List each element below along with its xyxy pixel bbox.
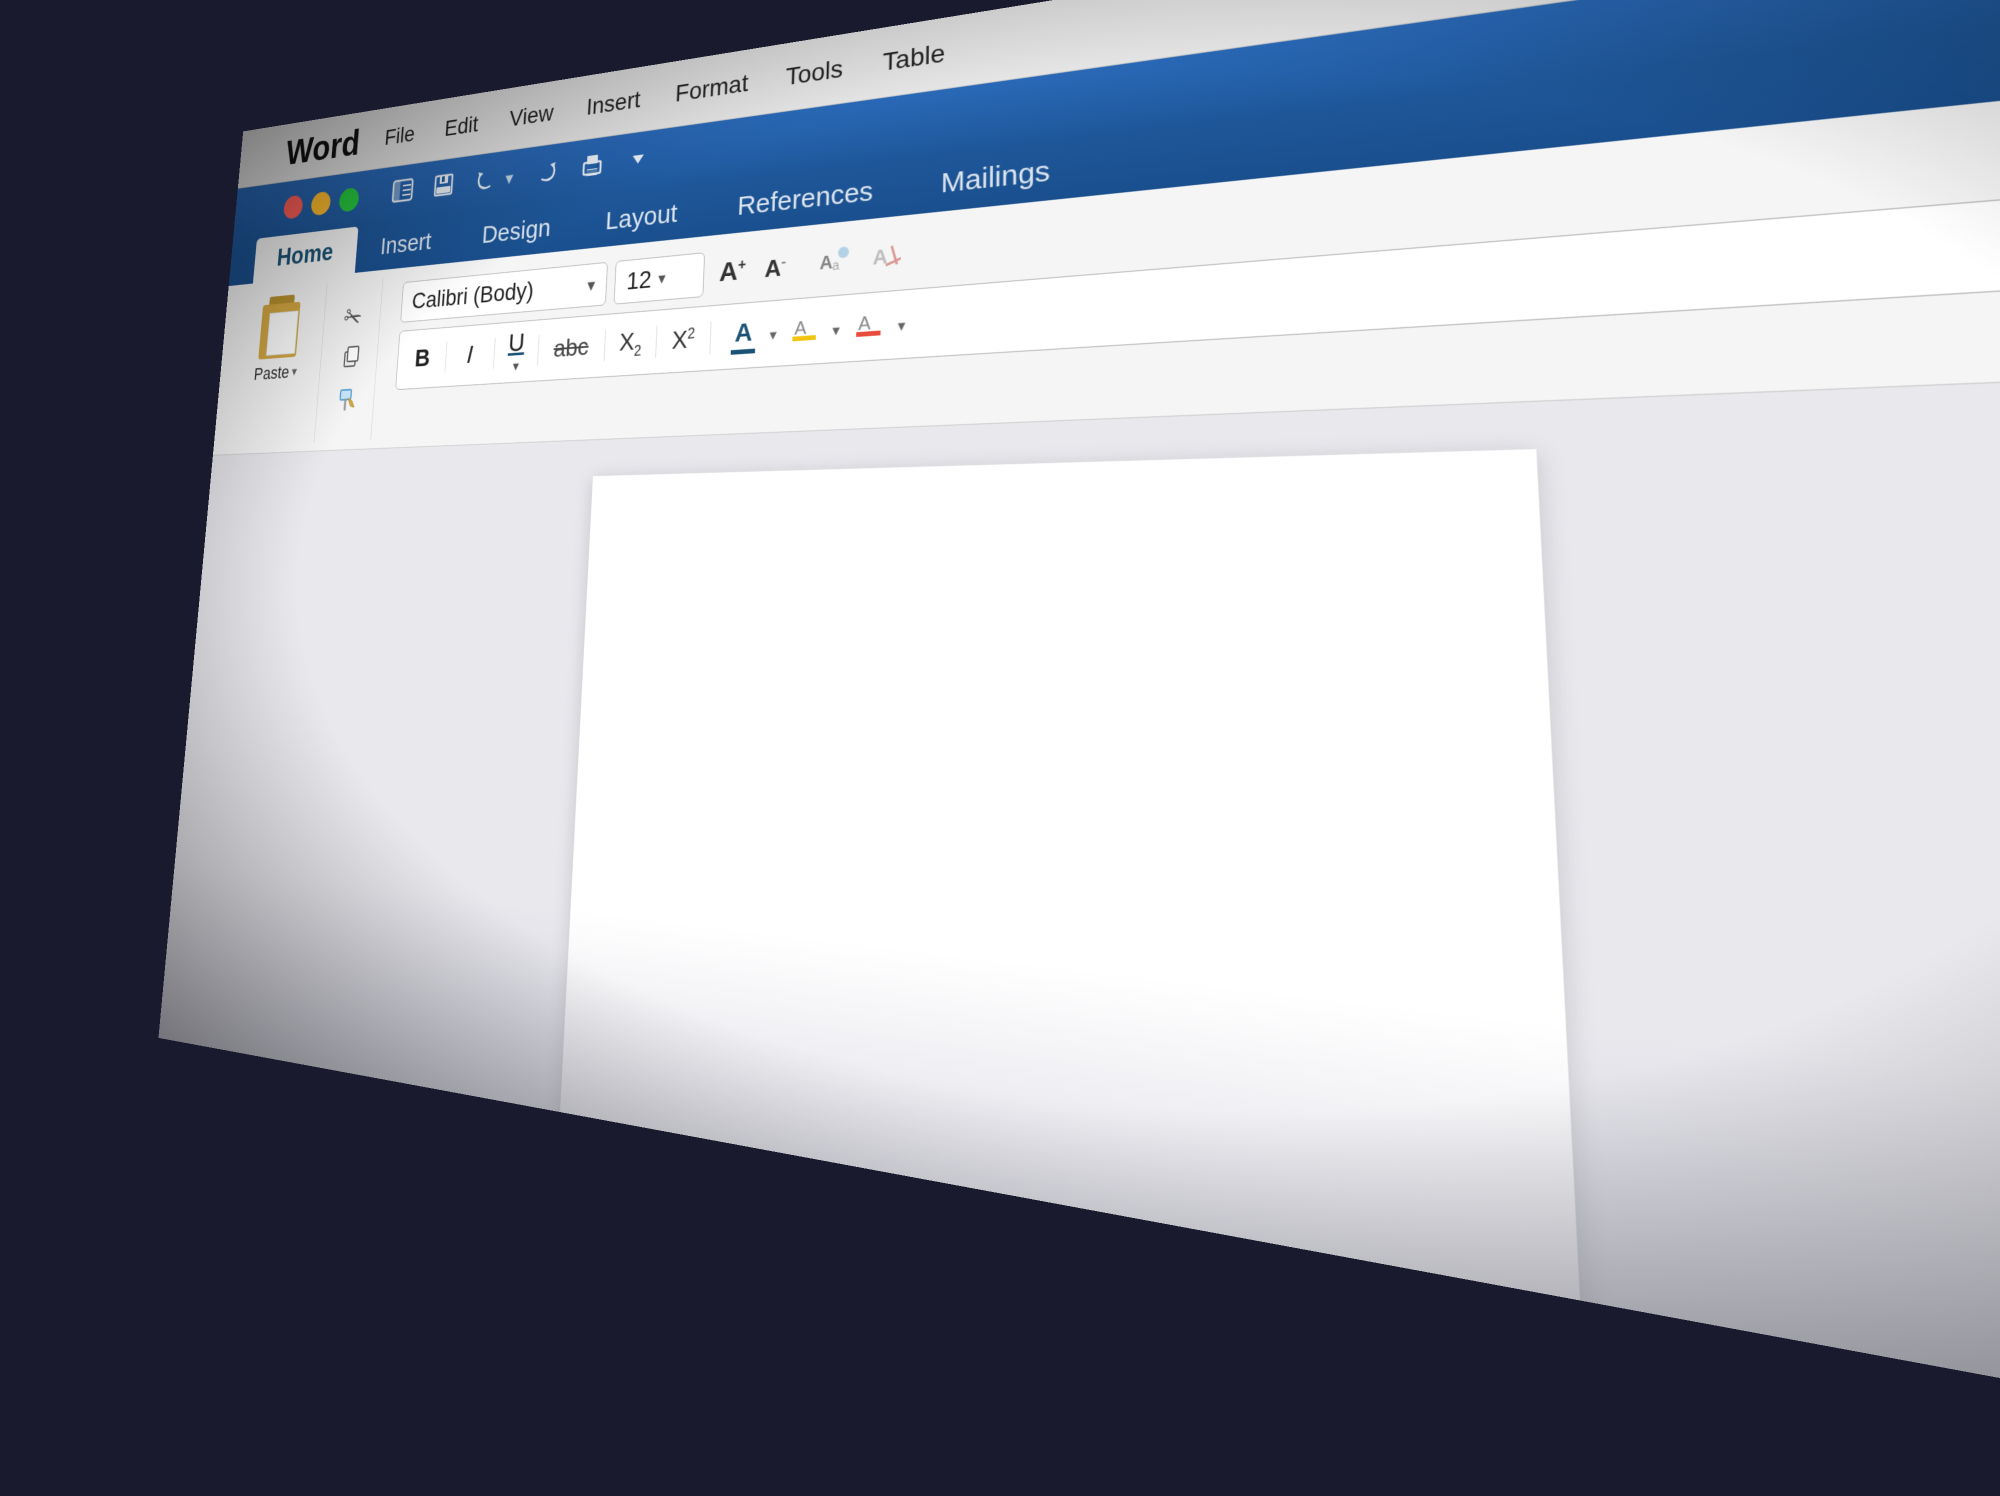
save-icon[interactable] [425,165,461,210]
paste-dropdown-arrow[interactable]: ▾ [291,364,297,380]
font-size-dropdown[interactable]: 12 ▾ [614,252,705,304]
highlight-color-button[interactable]: A [783,309,826,352]
copy-button[interactable] [339,342,364,375]
superscript-button[interactable]: X2 [663,320,704,359]
window-controls [283,187,360,220]
redo-icon[interactable] [529,151,566,196]
menu-tools[interactable]: Tools [766,46,863,100]
paste-section: Paste ▾ [226,284,328,447]
scissors-icon: ✂ [339,299,366,334]
minimize-button[interactable] [310,191,331,217]
menu-file[interactable]: File [369,114,431,157]
font-name-dropdown[interactable]: Calibri (Body) ▾ [400,262,608,323]
italic-button[interactable]: I [451,336,489,374]
font-size-value: 12 [626,265,652,295]
highlight-label: A [790,312,818,351]
copy-icon [339,342,363,375]
color-icons-group: A ▾ A ▾ [717,303,914,357]
menu-edit[interactable]: Edit [428,104,495,149]
subscript-button[interactable]: X2 [610,322,650,364]
format-painter-icon [336,385,361,420]
undo-group: ▼ [467,157,523,204]
fmt-sep-6 [709,322,711,355]
format-painter-button[interactable] [336,385,361,420]
font-size-controls: A+ A- [712,247,794,293]
clipboard-icon [255,294,304,360]
undo-dropdown-arrow[interactable]: ▼ [496,164,522,194]
size-dropdown-arrow-icon: ▾ [658,269,666,288]
fmt-sep-2 [493,338,496,369]
menu-word[interactable]: Word [274,115,372,179]
svg-text:a: a [832,258,840,273]
svg-text:A: A [873,244,888,269]
cut-copy-section: ✂ [321,278,384,442]
maximize-button[interactable] [338,187,359,213]
underline-color-label: A [854,307,883,346]
font-color-button[interactable]: A [724,314,763,356]
menu-view[interactable]: View [493,92,571,139]
change-case-icon[interactable]: A a [808,237,858,287]
paste-label: Paste [253,362,290,385]
underline-label: U [508,328,526,358]
fmt-sep-4 [603,330,605,362]
cut-button[interactable]: ✂ [343,300,368,332]
strikethrough-button[interactable]: abc [543,328,598,367]
menu-format[interactable]: Format [657,61,768,115]
close-button[interactable] [283,195,304,220]
underline-button[interactable]: U ▾ [499,326,533,378]
font-dropdown-arrow-icon: ▾ [587,274,596,296]
fmt-sep-1 [445,342,448,372]
sidebar-toggle-icon[interactable] [385,171,420,216]
font-color-a-label: A [734,317,753,348]
fmt-sep-3 [537,335,540,366]
highlight-dropdown-icon[interactable]: ▾ [832,321,840,340]
underline-dropdown-icon[interactable]: ▾ [512,358,519,376]
clipboard-paper [266,310,299,355]
font-additional-icons: A a A [808,232,911,287]
underline-color-dropdown-icon[interactable]: ▾ [898,316,906,336]
svg-text:A: A [819,252,833,274]
menu-table[interactable]: Table [862,29,966,85]
font-underline-color-button[interactable]: A [847,304,891,348]
font-color-indicator [731,348,755,354]
font-name-value: Calibri (Body) [411,272,580,314]
menu-insert[interactable]: Insert [569,78,659,128]
document-area [158,364,2000,1496]
bold-button[interactable]: B [404,340,441,377]
clear-formatting-icon[interactable]: A [859,232,911,283]
more-options-icon[interactable] [619,139,657,186]
increase-font-size-button[interactable]: A+ [712,251,754,293]
print-icon[interactable] [572,144,611,192]
document-page[interactable] [558,449,1584,1362]
clipboard-body [258,302,300,360]
font-color-dropdown-icon[interactable]: ▾ [769,326,777,345]
paste-button[interactable]: Paste ▾ [253,294,305,385]
fmt-sep-5 [656,326,658,358]
decrease-font-size-button[interactable]: A- [757,248,793,287]
